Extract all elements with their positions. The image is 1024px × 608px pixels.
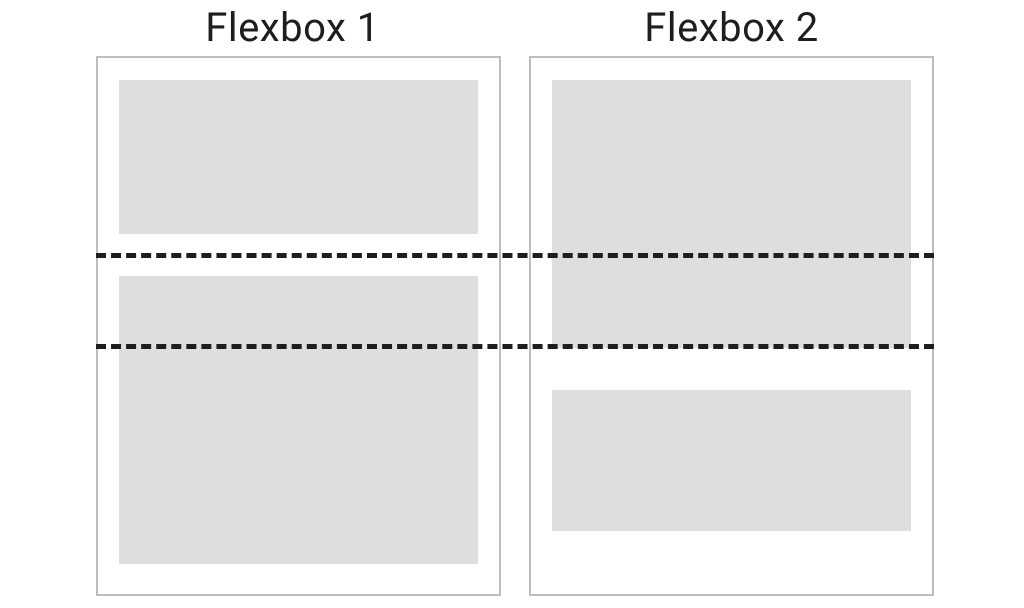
flexbox-1-title: Flexbox 1 [90, 4, 495, 52]
guide-line-lower [96, 344, 934, 349]
flexbox-2-container [529, 56, 934, 596]
titles-row: Flexbox 1 Flexbox 2 [96, 4, 934, 52]
flexbox-1-container [96, 56, 501, 596]
flexbox-2-item-bottom [552, 390, 911, 531]
flexbox-2-title: Flexbox 2 [529, 4, 934, 52]
flexbox-1-item-bottom [119, 276, 478, 564]
flexbox-comparison-diagram: Flexbox 1 Flexbox 2 [96, 0, 934, 608]
flexbox-1-item-top [119, 80, 478, 234]
guide-line-upper [96, 253, 934, 258]
boxes-row [96, 56, 934, 596]
flexbox-2-item-top [552, 80, 911, 348]
